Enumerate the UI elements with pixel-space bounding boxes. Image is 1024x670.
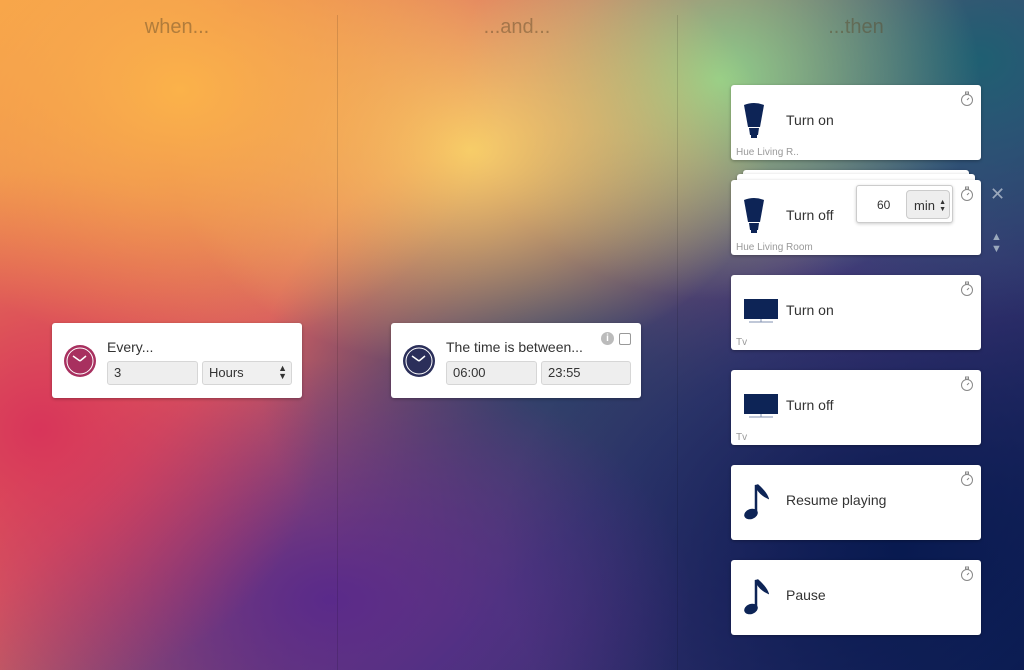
bulb-icon — [743, 198, 765, 239]
bulb-icon — [743, 103, 765, 144]
action-card[interactable]: Turn off Tv — [731, 370, 981, 445]
end-time-input[interactable]: 23:55 — [541, 361, 631, 385]
delay-value-input[interactable]: 60 — [877, 198, 890, 212]
info-icon[interactable]: i — [601, 332, 614, 345]
action-title: Turn on — [786, 302, 834, 318]
condition-checkbox[interactable] — [619, 333, 631, 345]
move-down-button[interactable]: ▼ — [991, 243, 1002, 255]
action-title: Turn off — [786, 207, 834, 223]
column-divider — [337, 15, 338, 670]
device-name: Hue Living R.. — [736, 147, 799, 158]
when-card-every[interactable]: Every... 3 Hours ▲ ▼ — [52, 323, 302, 398]
tv-icon — [743, 293, 779, 330]
device-name: Tv — [736, 337, 748, 348]
action-card[interactable]: Turn on Hue Living R.. — [731, 85, 981, 160]
unit-select-value: Hours — [209, 365, 244, 380]
delay-popover[interactable]: 60 min ▲ ▼ — [856, 185, 953, 223]
select-arrows-icon: ▲ ▼ — [939, 199, 946, 213]
and-card-time-between[interactable]: The time is between... i 06:00 23:55 — [391, 323, 641, 398]
action-title: Pause — [786, 587, 826, 603]
action-title: Resume playing — [786, 492, 887, 508]
action-card[interactable]: Turn on Tv — [731, 275, 981, 350]
column-header-then: ...then — [828, 16, 884, 38]
column-divider — [677, 15, 678, 670]
tv-icon — [743, 388, 779, 425]
delay-unit-select[interactable]: min ▲ ▼ — [906, 190, 950, 219]
action-title: Turn off — [786, 397, 834, 413]
column-header-and: ...and... — [483, 16, 551, 38]
timer-icon[interactable] — [960, 376, 974, 392]
action-card[interactable]: Resume playing — [731, 465, 981, 540]
timer-icon[interactable] — [960, 186, 974, 202]
device-name: Hue Living Room — [736, 242, 813, 253]
timer-icon[interactable] — [960, 471, 974, 487]
select-arrows-icon: ▲ ▼ — [278, 363, 287, 381]
unit-select[interactable]: Hours ▲ ▼ — [202, 361, 292, 385]
timer-icon[interactable] — [960, 566, 974, 582]
action-card[interactable]: Pause — [731, 560, 981, 635]
music-note-icon — [743, 578, 770, 621]
clock-icon — [64, 345, 96, 377]
device-name: Tv — [736, 432, 748, 443]
start-time-input[interactable]: 06:00 — [446, 361, 537, 385]
timer-icon[interactable] — [960, 281, 974, 297]
move-up-button[interactable]: ▲ — [991, 231, 1002, 243]
interval-input[interactable]: 3 — [107, 361, 198, 385]
action-title: Turn on — [786, 112, 834, 128]
condition-label: The time is between... — [446, 339, 583, 355]
column-header-when: when... — [144, 16, 210, 38]
music-note-icon — [743, 483, 770, 526]
remove-action-button[interactable]: ✕ — [990, 184, 1005, 205]
timer-icon[interactable] — [960, 91, 974, 107]
clock-icon — [403, 345, 435, 377]
delay-unit-value: min — [914, 198, 935, 213]
trigger-label: Every... — [107, 339, 154, 355]
